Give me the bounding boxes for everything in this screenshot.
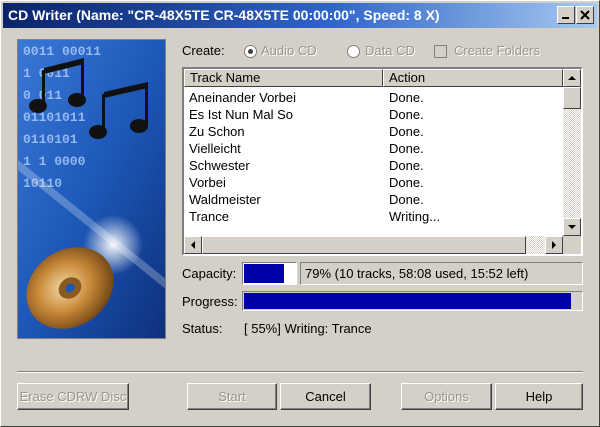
table-row[interactable]: Schwester Done. xyxy=(184,157,562,174)
capacity-text: 79% (10 tracks, 58:08 used, 15:52 left) xyxy=(300,262,583,285)
table-row[interactable]: Aneinander Vorbei Done. xyxy=(184,89,562,106)
track-action: Done. xyxy=(389,175,424,190)
table-row[interactable]: Waldmeister Done. xyxy=(184,191,562,208)
data-cd-radio[interactable] xyxy=(347,45,360,58)
horizontal-scrollbar[interactable] xyxy=(184,236,563,254)
table-row[interactable]: Vielleicht Done. xyxy=(184,140,562,157)
minimize-icon xyxy=(562,17,569,19)
track-name: Zu Schon xyxy=(189,124,245,139)
table-row[interactable]: Zu Schon Done. xyxy=(184,123,562,140)
track-name: Vielleicht xyxy=(189,141,241,156)
scroll-left-button[interactable] xyxy=(184,236,202,254)
arrow-up-icon xyxy=(568,76,576,80)
options-button[interactable]: Options xyxy=(401,383,492,410)
title-bar[interactable]: CD Writer (Name: "CR-48X5TE CR-48X5TE 00… xyxy=(3,3,597,28)
track-action: Done. xyxy=(389,124,424,139)
binary-text: 0110101 xyxy=(23,132,78,147)
binary-text: 0011 00011 xyxy=(23,44,101,59)
column-header-track-name[interactable]: Track Name xyxy=(184,69,383,87)
cd-music-illustration: 0011 00011 1 0011 0 011 01101011 0110101… xyxy=(18,40,165,338)
track-name: Es Ist Nun Mal So xyxy=(189,107,294,122)
vertical-scrollbar[interactable] xyxy=(563,69,581,236)
status-text: [ 55%] Writing: Trance xyxy=(244,321,372,336)
data-cd-label[interactable]: Data CD xyxy=(365,43,415,58)
track-name: Schwester xyxy=(189,158,250,173)
track-name: Waldmeister xyxy=(189,192,261,207)
erase-cdrw-button[interactable]: Erase CDRW Disc xyxy=(17,383,129,410)
status-label: Status: xyxy=(182,321,223,336)
track-name: Trance xyxy=(189,209,229,224)
progress-bar xyxy=(242,291,583,311)
capacity-label: Capacity: xyxy=(182,266,237,281)
close-icon xyxy=(580,10,590,20)
close-button[interactable] xyxy=(576,6,594,24)
table-row[interactable]: Vorbei Done. xyxy=(184,174,562,191)
scroll-down-button[interactable] xyxy=(563,218,581,236)
progress-label: Progress: xyxy=(182,294,238,309)
capacity-meter-fill xyxy=(244,264,284,283)
separator xyxy=(17,371,583,373)
track-action: Done. xyxy=(389,90,424,105)
cancel-button[interactable]: Cancel xyxy=(280,383,371,410)
binary-text: 1 1 0000 xyxy=(23,154,86,169)
track-action: Done. xyxy=(389,107,424,122)
help-button[interactable]: Help xyxy=(495,383,583,410)
track-action: Writing... xyxy=(389,209,441,224)
table-row[interactable]: Es Ist Nun Mal So Done. xyxy=(184,106,562,123)
progress-bar-fill xyxy=(244,293,571,309)
track-list[interactable]: Track Name Action Aneinander Vorbei Done… xyxy=(182,67,583,256)
binary-text: 01101011 xyxy=(23,110,86,125)
track-action: Done. xyxy=(389,141,424,156)
create-folders-checkbox[interactable] xyxy=(434,45,447,58)
arrow-down-icon xyxy=(568,225,576,229)
audio-cd-radio[interactable] xyxy=(244,45,257,58)
scroll-up-button[interactable] xyxy=(563,69,581,87)
minimize-button[interactable] xyxy=(557,6,575,24)
track-name: Vorbei xyxy=(189,175,226,190)
track-name: Aneinander Vorbei xyxy=(189,90,296,105)
create-label: Create: xyxy=(182,43,225,58)
column-header-action[interactable]: Action xyxy=(383,69,563,87)
cd-artwork: 0011 00011 1 0011 0 011 01101011 0110101… xyxy=(17,39,166,339)
audio-cd-label[interactable]: Audio CD xyxy=(261,43,317,58)
scroll-corner xyxy=(563,236,581,254)
window-title: CD Writer (Name: "CR-48X5TE CR-48X5TE 00… xyxy=(8,7,440,23)
create-folders-label[interactable]: Create Folders xyxy=(454,43,540,58)
arrow-left-icon xyxy=(191,241,195,249)
cd-writer-window: CD Writer (Name: "CR-48X5TE CR-48X5TE 00… xyxy=(0,0,600,427)
track-action: Done. xyxy=(389,158,424,173)
vertical-scroll-thumb[interactable] xyxy=(563,87,581,109)
table-row[interactable]: Trance Writing... xyxy=(184,208,562,225)
scroll-right-button[interactable] xyxy=(545,236,563,254)
start-button[interactable]: Start xyxy=(187,383,277,410)
horizontal-scroll-thumb[interactable] xyxy=(202,236,526,254)
track-action: Done. xyxy=(389,192,424,207)
capacity-meter xyxy=(242,262,297,285)
arrow-right-icon xyxy=(552,241,556,249)
